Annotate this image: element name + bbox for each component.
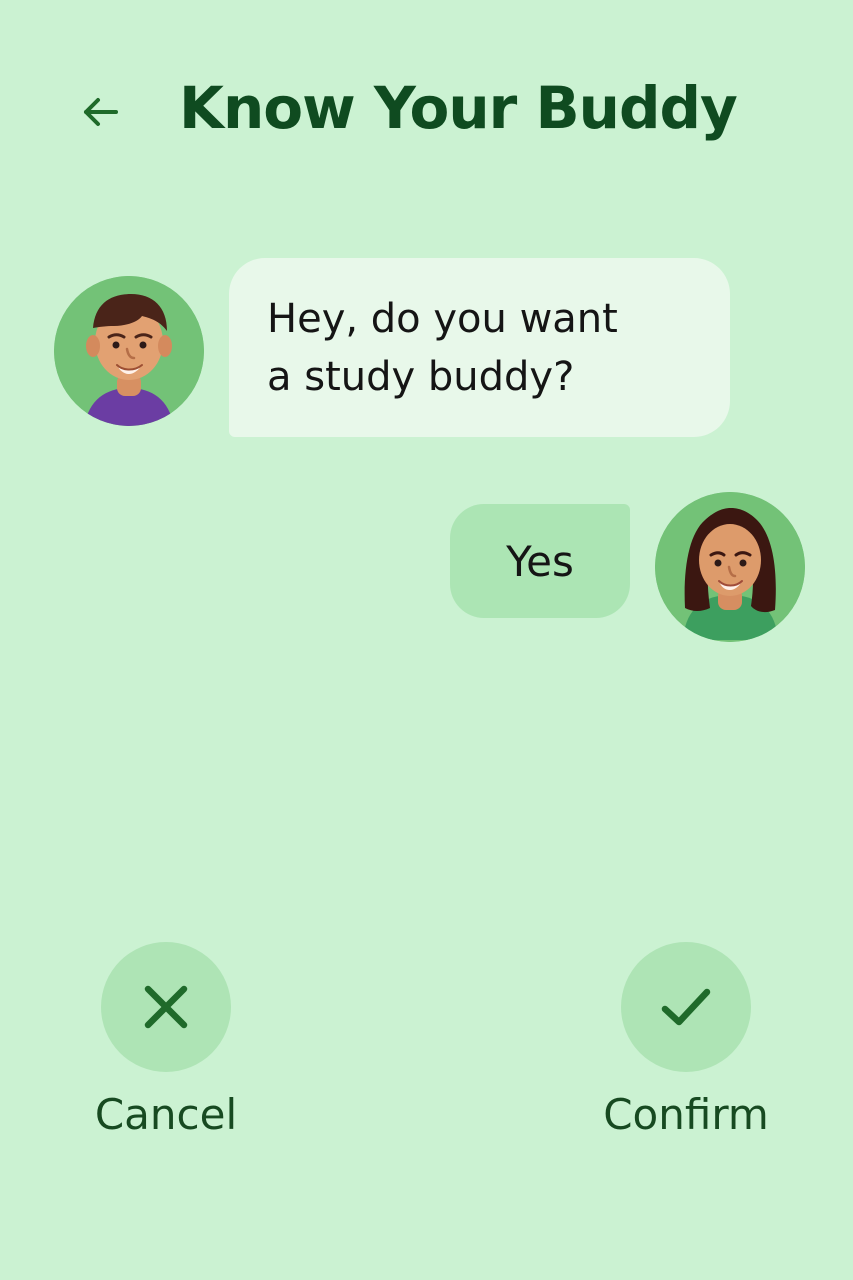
close-icon	[144, 985, 188, 1029]
confirm-label: Confirm	[603, 1090, 769, 1139]
message-row-outgoing: Yes	[0, 258, 853, 658]
arrow-left-icon	[84, 98, 118, 126]
cancel-action: Cancel	[71, 942, 261, 1140]
back-button[interactable]	[70, 82, 130, 142]
check-icon	[661, 988, 711, 1026]
page-title: Know Your Buddy	[179, 74, 738, 142]
user-avatar	[655, 492, 805, 642]
cancel-label: Cancel	[94, 1090, 238, 1139]
cancel-button[interactable]	[101, 942, 231, 1072]
header: Know Your Buddy	[0, 0, 853, 200]
confirm-button[interactable]	[621, 942, 751, 1072]
outgoing-message-bubble: Yes	[450, 504, 630, 618]
user-avatar-icon	[655, 492, 805, 642]
confirm-action: Confirm	[591, 942, 781, 1140]
